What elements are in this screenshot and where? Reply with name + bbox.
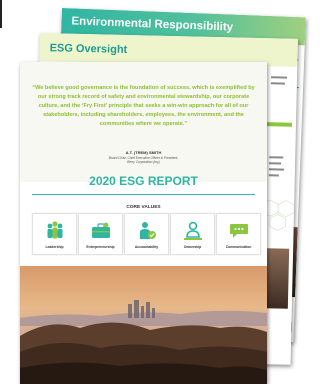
chat-icon (230, 224, 248, 238)
core-value-label: Communication (225, 245, 252, 249)
role-line-2: Berry Corporation (bry) (127, 160, 160, 164)
core-value-label: Accountability (134, 245, 159, 249)
core-value-label: Ownership (183, 245, 202, 249)
core-value-label: Entrepreneurship (86, 245, 115, 249)
side-photo (265, 248, 290, 309)
briefcase-icon (92, 222, 110, 238)
middle-page-title: ESG Oversight (49, 42, 128, 56)
corner-mark (0, 0, 2, 28)
core-value-ownership: Ownership (170, 213, 215, 255)
side-accent-bar (265, 122, 293, 127)
sunset-landscape (20, 266, 267, 384)
ceo-quote: “We believe good governance is the found… (32, 85, 255, 127)
core-value-accountability: Accountability (124, 213, 169, 255)
quote-section: “We believe good governance is the found… (20, 62, 267, 182)
side-text-line (269, 162, 282, 165)
side-text-line (269, 156, 284, 159)
core-value-communication: Communication (216, 213, 261, 255)
core-value-leadership: Leadership (32, 213, 77, 255)
report-title: 2020 ESG REPORT (89, 174, 198, 188)
core-value-entrepreneurship: Entrepreneurship (78, 213, 123, 255)
accountability-icon (140, 222, 156, 239)
ownership-icon (184, 221, 202, 240)
leadership-icon (47, 221, 63, 239)
title-rule (32, 194, 255, 195)
back-page-title: Environmental Responsibility (71, 15, 234, 34)
quote-author-role: Board Chair, Chief Executive Officer & P… (20, 156, 267, 164)
core-value-label: Leadership (45, 245, 64, 249)
front-page-esg-report: “We believe good governance is the found… (20, 62, 267, 384)
side-text-line (270, 82, 285, 85)
side-text-line (268, 174, 279, 176)
side-text-line (268, 168, 284, 171)
city-hills-photo (20, 266, 267, 384)
core-values-title: CORE VALUES (126, 205, 161, 210)
side-text-line (271, 76, 288, 79)
quote-author: A.T. (TREM) SMITH (125, 150, 162, 155)
